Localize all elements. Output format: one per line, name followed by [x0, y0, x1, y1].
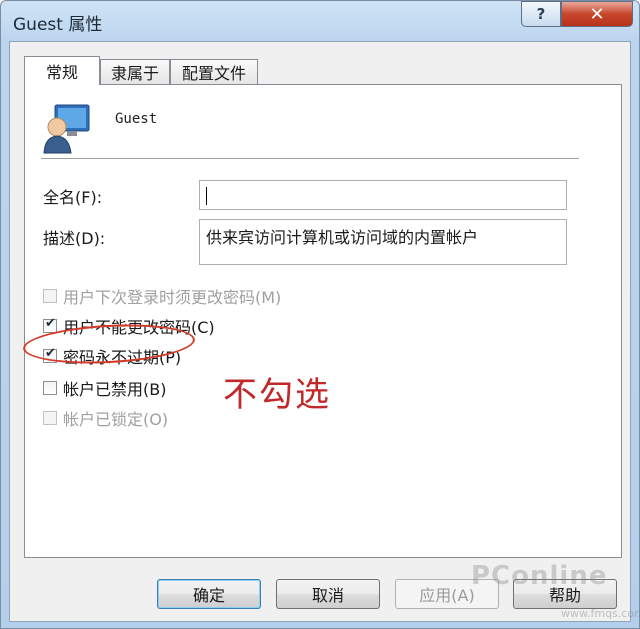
checkbox-box[interactable]	[43, 289, 57, 303]
watermark-logo: PConline	[471, 561, 608, 591]
text-caret	[206, 186, 207, 205]
tab-member-of[interactable]: 隶属于	[100, 59, 170, 84]
username-label: Guest	[115, 111, 158, 127]
ok-button[interactable]: 确定	[157, 579, 261, 609]
watermark-url: www.fmqs.com	[561, 607, 640, 620]
description-field[interactable]: 供来宾访问计算机或访问域的内置帐户	[199, 219, 567, 265]
help-icon[interactable]: ?	[521, 1, 561, 27]
fullname-field[interactable]	[199, 180, 567, 210]
tab-general[interactable]: 常规	[24, 56, 100, 85]
separator	[41, 158, 579, 160]
checkbox-label: 帐户已锁定(O)	[63, 410, 169, 429]
checkbox-box[interactable]	[43, 411, 57, 425]
checkbox-must-change-password[interactable]: 用户下次登录时须更改密码(M)	[43, 285, 281, 307]
properties-window: Guest 属性 ? ✕ 常规 隶属于 配置文件 Guest 全名(F): 描述…	[0, 0, 640, 629]
tab-profile[interactable]: 配置文件	[170, 59, 258, 84]
annotation-text: 不勾选	[223, 375, 331, 415]
checkbox-label: 用户下次登录时须更改密码(M)	[63, 288, 282, 307]
checkbox-label: 帐户已禁用(B)	[63, 380, 167, 399]
description-value: 供来宾访问计算机或访问域的内置帐户	[206, 228, 479, 247]
window-title: Guest 属性	[13, 15, 103, 35]
close-icon[interactable]: ✕	[561, 1, 633, 27]
checkbox-account-disabled[interactable]: 帐户已禁用(B)	[43, 377, 166, 399]
description-label: 描述(D):	[43, 229, 106, 248]
title-bar[interactable]: Guest 属性 ? ✕	[1, 1, 639, 43]
checkbox-account-locked[interactable]: 帐户已锁定(O)	[43, 407, 168, 429]
user-icon	[43, 104, 90, 154]
cancel-button[interactable]: 取消	[276, 579, 380, 609]
checkbox-box[interactable]	[43, 381, 57, 395]
general-panel: Guest 全名(F): 描述(D): 供来宾访问计算机或访问域的内置帐户 用户…	[24, 84, 622, 558]
fullname-label: 全名(F):	[43, 188, 103, 207]
